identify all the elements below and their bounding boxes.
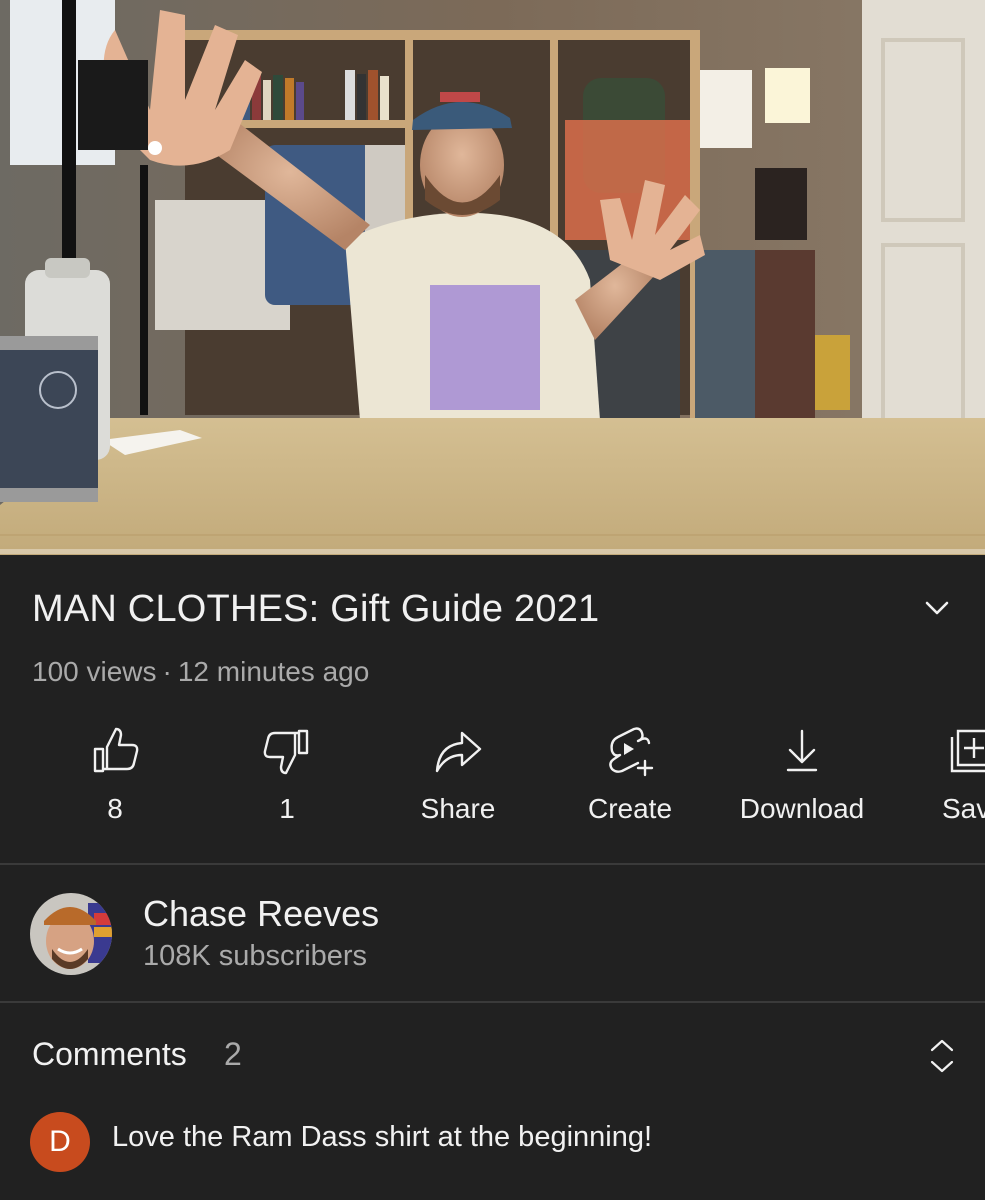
video-title: MAN CLOTHES: Gift Guide 2021 [32,588,600,630]
video-progress-bar[interactable] [0,549,985,554]
upload-age: 12 minutes ago [177,656,370,687]
channel-name[interactable]: Chase Reeves [143,893,379,935]
thumbs-up-icon [93,727,139,773]
view-count: 100 views [32,656,157,687]
create-label: Create [587,793,673,824]
avatar-image [30,893,112,975]
divider [0,1001,985,1003]
divider [0,863,985,865]
comments-label: Comments [32,1036,187,1072]
action-bar: 8 1 Share Create Download Save [0,725,985,835]
comment-text: Love the Ram Dass shirt at the beginning… [112,1121,653,1153]
save-playlist-icon [950,729,985,773]
save-label: Save [942,793,985,824]
like-count: 8 [107,793,123,824]
create-button[interactable]: Create [555,725,705,835]
create-icon [609,727,654,777]
video-player[interactable] [0,0,985,555]
dislike-count: 1 [279,793,295,824]
expand-chevron-icon[interactable] [920,594,954,624]
sort-icon[interactable] [926,1036,958,1076]
video-meta: 100 views · 12 minutes ago [32,656,369,688]
download-label: Download [739,793,865,824]
channel-avatar[interactable] [30,893,112,975]
subscriber-count: 108K subscribers [143,940,368,972]
share-icon [435,731,482,773]
download-button[interactable]: Download [727,725,877,835]
save-button[interactable]: Save [918,725,985,835]
comments-count: 2 [224,1036,242,1072]
share-button[interactable]: Share [383,725,533,835]
thumbs-down-icon [263,729,309,775]
commenter-avatar[interactable]: D [30,1112,90,1172]
download-icon [786,729,818,772]
video-thumbnail [0,0,985,555]
meta-separator: · [162,656,172,687]
like-button[interactable]: 8 [40,725,190,835]
share-label: Share [420,793,496,824]
dislike-button[interactable]: 1 [212,725,362,835]
